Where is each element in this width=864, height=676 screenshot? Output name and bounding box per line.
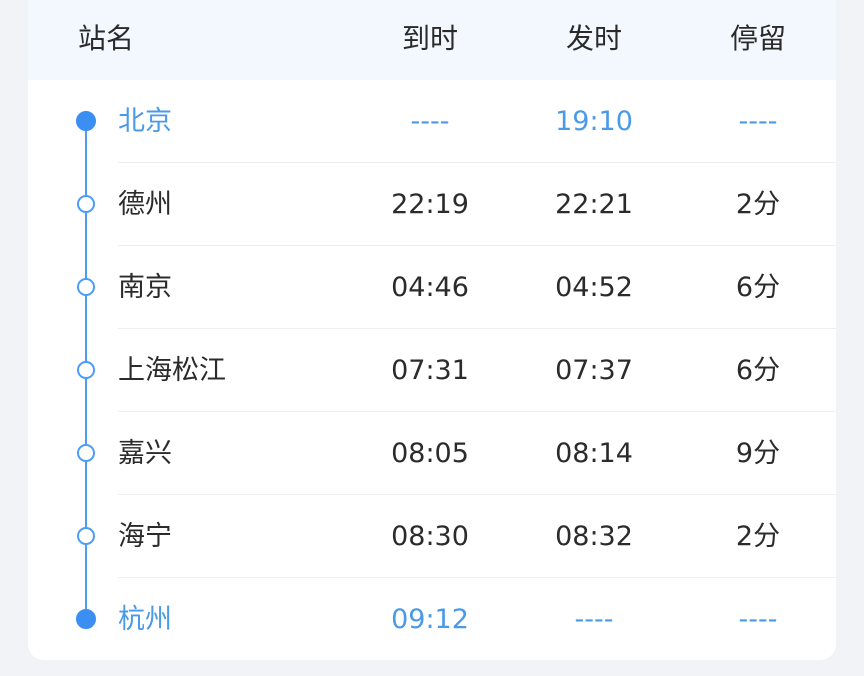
stop-row[interactable]: 上海松江 07:31 07:37 6分 (28, 329, 836, 412)
arrive-time: 08:05 (391, 438, 469, 469)
depart-time: 08:14 (555, 438, 633, 469)
stay-duration: 2分 (735, 521, 781, 552)
stop-name: 嘉兴 (118, 438, 172, 469)
arrive-time: ---- (410, 106, 450, 137)
arrive-time: 04:46 (391, 272, 469, 303)
arrive-time: 22:19 (391, 189, 469, 220)
stop-row[interactable]: 德州 22:19 22:21 2分 (28, 163, 836, 246)
depart-time: 07:37 (555, 355, 633, 386)
timeline-stop-dot-icon (77, 527, 95, 545)
stop-row[interactable]: 海宁 08:30 08:32 2分 (28, 495, 836, 578)
stops-layer: 北京 ---- 19:10 ---- 德州 22:19 22:21 2分 南京 04:46 04:5… (28, 0, 836, 660)
arrive-time: 07:31 (391, 355, 469, 386)
stop-name: 上海松江 (118, 355, 226, 386)
stay-duration: ---- (738, 106, 778, 137)
stay-duration: 6分 (735, 272, 781, 303)
depart-time: ---- (574, 604, 614, 635)
depart-time: 19:10 (555, 106, 633, 137)
stop-name: 南京 (118, 272, 172, 303)
stay-duration: ---- (738, 604, 778, 635)
stay-duration: 9分 (735, 438, 781, 469)
depart-time: 04:52 (555, 272, 633, 303)
timeline-stop-dot-icon (77, 361, 95, 379)
stop-row[interactable]: 嘉兴 08:05 08:14 9分 (28, 412, 836, 495)
timeline-terminal-dot-icon (76, 111, 96, 131)
stop-name: 德州 (118, 189, 172, 220)
stop-name: 海宁 (118, 521, 172, 552)
depart-time: 22:21 (555, 189, 633, 220)
stay-duration: 6分 (735, 355, 781, 386)
arrive-time: 09:12 (391, 604, 469, 635)
timeline-terminal-dot-icon (76, 609, 96, 629)
stop-row[interactable]: 南京 04:46 04:52 6分 (28, 246, 836, 329)
arrive-time: 08:30 (391, 521, 469, 552)
stop-row[interactable]: 北京 ---- 19:10 ---- (28, 80, 836, 163)
timeline-stop-dot-icon (77, 278, 95, 296)
timeline-stop-dot-icon (77, 195, 95, 213)
stop-name: 杭州 (118, 604, 172, 635)
stop-name: 北京 (118, 106, 172, 137)
timeline-stop-dot-icon (77, 444, 95, 462)
depart-time: 08:32 (555, 521, 633, 552)
stop-row[interactable]: 杭州 09:12 ---- ---- (28, 578, 836, 660)
stay-duration: 2分 (735, 189, 781, 220)
